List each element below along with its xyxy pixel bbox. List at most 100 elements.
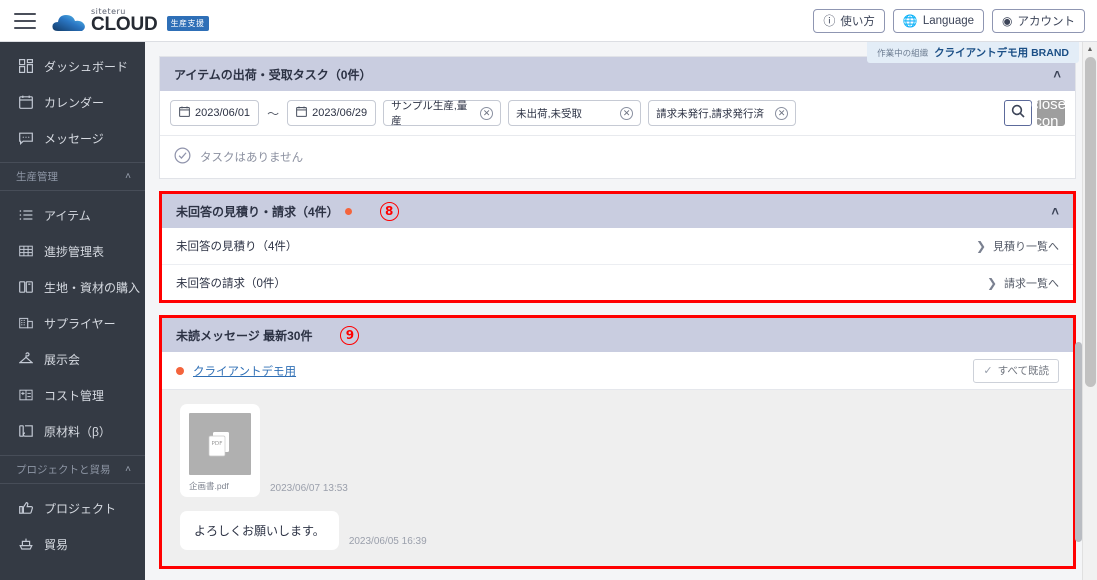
chevron-up-icon[interactable]: ˄: [1053, 68, 1061, 81]
sidebar-item-label: サプライヤー: [44, 316, 116, 331]
sidebar-item-label: ダッシュボード: [44, 59, 129, 74]
quote-list-link[interactable]: ❯ 見積り一覧へ: [976, 238, 1059, 254]
unanswered-quote-row[interactable]: 未回答の見積り（4件） ❯ 見積り一覧へ: [162, 228, 1073, 264]
date-to-input[interactable]: 2023/06/29: [287, 100, 377, 126]
cost-icon: [18, 388, 33, 403]
shipping-task-panel-title: アイテムの出荷・受取タスク（0件）: [174, 67, 372, 82]
language-button-label: Language: [922, 14, 975, 27]
top-bar: siteteru CLOUD 生産支援 ⓘ 使い方 🌐 Language ◉ ア…: [0, 0, 1097, 42]
sidebar: ダッシュボード カレンダー メッセージ 生産管理 ˄ アイテム 進捗管理表 生地…: [0, 42, 145, 580]
task-empty-state: タスクはありません: [160, 136, 1075, 178]
page-scrollbar-thumb[interactable]: [1085, 57, 1096, 387]
unread-indicator-dot: [344, 207, 352, 215]
message-bubble[interactable]: よろしくお願いします。: [180, 511, 339, 550]
filter-chip-label: 請求未発行,請求発行済: [656, 107, 765, 120]
sidebar-item-items[interactable]: アイテム: [0, 197, 145, 233]
filter-chip-billing-status[interactable]: 請求未発行,請求発行済 ✕: [648, 100, 797, 126]
material-icon: [18, 424, 33, 439]
unanswered-invoice-row[interactable]: 未回答の請求（0件） ❯ 請求一覧へ: [162, 264, 1073, 300]
filter-chip-production-type[interactable]: サンプル生産,量産 ✕: [383, 100, 502, 127]
sidebar-item-progress-table[interactable]: 進捗管理表: [0, 233, 145, 269]
svg-text:PDF: PDF: [212, 441, 223, 447]
annotation-number-8: 8: [379, 201, 399, 221]
page-scrollbar[interactable]: ▲: [1082, 42, 1097, 580]
sidebar-item-label: 展示会: [44, 352, 81, 367]
clear-filters-button[interactable]: close-icon: [1031, 96, 1071, 130]
check-icon: ✓: [983, 365, 993, 377]
mark-all-read-button[interactable]: ✓ すべて既読: [973, 358, 1059, 383]
sidebar-item-exhibition[interactable]: 展示会: [0, 341, 145, 377]
content-scrollbar[interactable]: [1075, 42, 1082, 542]
close-icon[interactable]: ✕: [480, 106, 494, 120]
help-button[interactable]: ⓘ 使い方: [813, 8, 885, 33]
shipping-task-panel: アイテムの出荷・受取タスク（0件） ˄ 2023/06/01 ～ 2023/06…: [159, 56, 1076, 179]
search-button[interactable]: [1004, 100, 1032, 126]
check-circle-icon: [174, 147, 191, 167]
brand-title: CLOUD: [91, 13, 158, 35]
help-circle-icon: ⓘ: [823, 13, 836, 28]
hamburger-icon[interactable]: [14, 12, 36, 29]
filter-chip-label: サンプル生産,量産: [391, 100, 468, 127]
sidebar-item-label: プロジェクト: [44, 501, 117, 516]
calendar-icon: [296, 106, 307, 120]
fabric-icon: [18, 280, 33, 295]
language-button[interactable]: 🌐 Language: [892, 8, 985, 33]
message-timestamp: 2023/06/07 13:53: [270, 483, 348, 494]
message-item-file: PDF 企画書.pdf 2023/06/07 13:53: [162, 404, 1073, 497]
brand-logo[interactable]: siteteru CLOUD 生産支援: [52, 7, 209, 35]
sidebar-item-suppliers[interactable]: サプライヤー: [0, 305, 145, 341]
message-org-row: クライアントデモ用 ✓ すべて既読: [162, 352, 1073, 390]
globe-icon: 🌐: [902, 13, 918, 28]
sidebar-item-label: 生地・資材の購入: [44, 280, 141, 295]
working-organization-badge: 作業中の組織 クライアントデモ用 BRAND: [867, 42, 1079, 63]
chevron-up-icon[interactable]: ˄: [1051, 205, 1059, 218]
account-button-label: アカウント: [1017, 15, 1076, 28]
thumb-up-icon: [18, 501, 33, 516]
sidebar-item-dashboard[interactable]: ダッシュボード: [0, 48, 145, 84]
close-icon[interactable]: ✕: [775, 106, 789, 120]
annotation-number-9: 9: [340, 325, 360, 345]
sidebar-group-project-trade[interactable]: プロジェクトと貿易 ˄: [0, 456, 145, 484]
sidebar-item-fabric-purchase[interactable]: 生地・資材の購入: [0, 269, 145, 305]
invoice-list-link[interactable]: ❯ 請求一覧へ: [987, 275, 1059, 291]
message-org-link[interactable]: クライアントデモ用: [193, 363, 296, 379]
content-scrollbar-thumb[interactable]: [1075, 342, 1082, 542]
unanswered-quote-label: 未回答の見積り（4件）: [176, 241, 298, 253]
close-icon: close-icon: [1031, 96, 1072, 130]
message-item-text: よろしくお願いします。 2023/06/05 16:39: [162, 511, 1073, 550]
unread-messages-title: 未読メッセージ 最新30件: [176, 328, 313, 343]
mark-all-read-label: すべて既読: [997, 365, 1049, 377]
scroll-up-arrow-icon[interactable]: ▲: [1083, 42, 1097, 57]
filter-actions: close-icon: [1004, 96, 1071, 130]
sidebar-item-raw-material[interactable]: 原材料（β）: [0, 413, 145, 449]
sidebar-item-cost-management[interactable]: コスト管理: [0, 377, 145, 413]
unanswered-invoice-label: 未回答の請求（0件）: [176, 277, 286, 290]
sidebar-item-label: 原材料（β）: [44, 424, 111, 439]
sidebar-item-label: アイテム: [44, 208, 91, 223]
date-from-input[interactable]: 2023/06/01: [170, 100, 260, 126]
file-attachment-bubble[interactable]: PDF 企画書.pdf: [180, 404, 260, 497]
org-badge-value: クライアントデモ用 BRAND: [934, 47, 1069, 59]
unanswered-quote-invoice-panel: 未回答の見積り・請求（4件） 8 ˄ 未回答の見積り（4件） ❯ 見積り一覧へ …: [159, 191, 1076, 303]
date-to-value: 2023/06/29: [312, 107, 368, 119]
file-name-label: 企画書.pdf: [189, 481, 229, 491]
sidebar-group-production[interactable]: 生産管理 ˄: [0, 163, 145, 191]
sidebar-item-messages[interactable]: メッセージ: [0, 120, 145, 156]
help-button-label: 使い方: [840, 15, 875, 28]
chevron-up-icon: ˄: [125, 464, 131, 475]
account-circle-icon: ◉: [1002, 13, 1013, 28]
account-button[interactable]: ◉ アカウント: [992, 8, 1085, 33]
sidebar-item-trade[interactable]: 貿易: [0, 526, 145, 562]
chevron-right-icon: ❯: [986, 275, 997, 290]
topbar-actions: ⓘ 使い方 🌐 Language ◉ アカウント: [813, 8, 1097, 33]
sidebar-item-calendar[interactable]: カレンダー: [0, 84, 145, 120]
unanswered-panel-title: 未回答の見積り・請求（4件）: [176, 204, 339, 219]
hanger-icon: [18, 352, 33, 367]
sidebar-item-label: コスト管理: [44, 388, 105, 403]
close-icon[interactable]: ✕: [620, 106, 634, 120]
sidebar-item-label: メッセージ: [44, 131, 104, 146]
sidebar-item-project[interactable]: プロジェクト: [0, 490, 145, 526]
sidebar-item-label: 進捗管理表: [44, 244, 105, 259]
filter-chip-shipping-status[interactable]: 未出荷,未受取 ✕: [508, 100, 642, 126]
message-timestamp: 2023/06/05 16:39: [348, 536, 427, 547]
